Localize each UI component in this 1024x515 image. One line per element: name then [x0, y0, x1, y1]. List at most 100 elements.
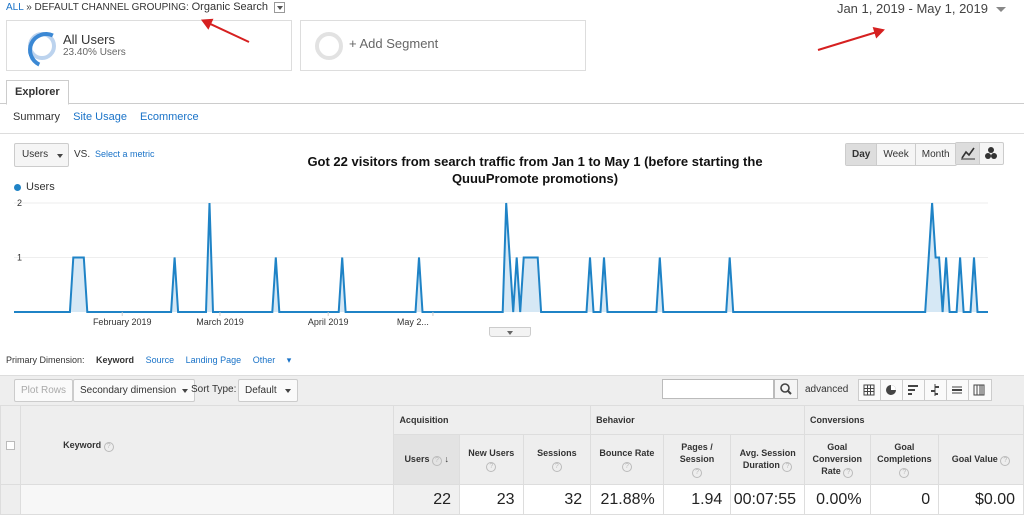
- y-tick-label: 2: [17, 198, 22, 208]
- dimension-landing-page[interactable]: Landing Page: [186, 355, 242, 365]
- date-range-text: Jan 1, 2019 - May 1, 2019: [836, 1, 988, 16]
- users-header-label: Users: [404, 454, 430, 464]
- total-pages-session: 1.94: [662, 484, 732, 515]
- pie-chart-icon[interactable]: [881, 380, 903, 400]
- primary-dimension-label: Primary Dimension:: [6, 355, 85, 365]
- segment-all-users[interactable]: All Users 23.40% Users: [6, 20, 292, 71]
- help-icon[interactable]: ?: [103, 441, 114, 452]
- secondary-dimension-label: Secondary dimension: [80, 385, 177, 396]
- pivot-icon[interactable]: [969, 380, 991, 400]
- x-tick-label: March 2019: [196, 317, 244, 327]
- select-metric-link[interactable]: Select a metric: [95, 149, 155, 159]
- secondary-dimension-select[interactable]: Secondary dimension: [73, 379, 196, 402]
- total-goal-conversion-rate: 0.00%: [803, 484, 871, 515]
- acquisition-group-header: Acquisition: [393, 405, 592, 435]
- search-icon[interactable]: [774, 379, 798, 399]
- help-icon[interactable]: ?: [1000, 456, 1011, 466]
- date-range-picker[interactable]: Jan 1, 2019 - May 1, 2019: [837, 1, 1006, 16]
- help-icon[interactable]: ?: [782, 462, 793, 472]
- goal-completions-header-label: Goal Completions: [877, 442, 932, 464]
- dimension-source[interactable]: Source: [146, 355, 175, 365]
- sort-arrow-down-icon[interactable]: ↓: [445, 454, 450, 464]
- granularity-toggle: Day Week Month: [845, 143, 957, 166]
- chevron-down-icon: [57, 154, 63, 158]
- line-chart-icon[interactable]: [956, 143, 980, 164]
- totals-label-cell: [20, 484, 395, 515]
- total-goal-completions: 0: [869, 484, 940, 515]
- donut-icon: [28, 32, 56, 60]
- sort-type-label: Sort Type:: [191, 384, 237, 395]
- motion-chart-icon[interactable]: [980, 143, 1003, 164]
- select-all-checkbox[interactable]: [6, 440, 15, 450]
- bounce-rate-column-header[interactable]: Bounce Rate?: [590, 434, 664, 485]
- granularity-month[interactable]: Month: [916, 144, 956, 165]
- pages-session-column-header[interactable]: Pages / Session?: [662, 434, 732, 485]
- breadcrumb-value: Organic Search: [191, 1, 269, 13]
- add-segment-label: + Add Segment: [349, 36, 439, 51]
- subtab-site-usage[interactable]: Site Usage: [73, 111, 127, 123]
- breadcrumb-all-link[interactable]: ALL: [6, 2, 23, 13]
- help-icon[interactable]: ?: [843, 468, 854, 478]
- users-column-header[interactable]: Users ? ↓: [393, 434, 460, 485]
- help-icon[interactable]: ?: [621, 462, 632, 472]
- subtab-ecommerce[interactable]: Ecommerce: [140, 111, 199, 123]
- total-sessions: 32: [522, 484, 592, 515]
- dimension-other[interactable]: Other ▾: [253, 355, 292, 365]
- users-chart: 1 2 February 2019 March 2019 April 2019 May 2…: [14, 198, 988, 327]
- total-users: 22: [393, 484, 460, 515]
- data-table-icon[interactable]: [859, 380, 881, 400]
- granularity-day[interactable]: Day: [846, 144, 878, 165]
- metric-select[interactable]: Users: [14, 143, 69, 167]
- segment-title: All Users: [63, 32, 116, 47]
- help-icon[interactable]: ?: [899, 468, 910, 478]
- bounce-rate-header-label: Bounce Rate: [599, 448, 655, 458]
- subtab-summary[interactable]: Summary: [13, 111, 60, 123]
- data-table: Keyword ? Acquisition Behavior Conversio…: [0, 405, 1024, 515]
- segment-subtitle: 23.40% Users: [63, 47, 126, 58]
- table-search-input[interactable]: [662, 379, 774, 399]
- goal-value-header-label: Goal Value: [951, 454, 998, 464]
- tab-explorer[interactable]: Explorer: [6, 80, 69, 105]
- chevron-down-icon: [284, 389, 291, 393]
- add-segment-button[interactable]: + Add Segment: [300, 20, 586, 71]
- sort-type-value: Default: [245, 385, 277, 396]
- goal-completions-column-header[interactable]: Goal Completions?: [869, 434, 940, 485]
- annotation-text: Got 22 visitors from search traffic from…: [307, 154, 763, 186]
- plot-rows-button[interactable]: Plot Rows: [14, 379, 74, 402]
- metric-select-label: Users: [22, 149, 49, 160]
- breadcrumb-dropdown-icon[interactable]: [273, 1, 285, 13]
- granularity-week[interactable]: Week: [877, 144, 916, 165]
- chevron-down-icon: [996, 7, 1006, 13]
- sessions-column-header[interactable]: Sessions?: [522, 434, 592, 485]
- sub-tabs: Summary Site Usage Ecommerce: [13, 111, 209, 123]
- table-view-toggle: [858, 379, 992, 401]
- total-new-users: 23: [459, 484, 524, 515]
- sessions-header-label: Sessions: [537, 448, 577, 458]
- annotation-arrow: [817, 29, 884, 51]
- advanced-filter-link[interactable]: advanced: [805, 384, 848, 395]
- keyword-column-header[interactable]: Keyword ?: [20, 405, 395, 485]
- term-cloud-icon[interactable]: [947, 380, 969, 400]
- avg-session-duration-column-header[interactable]: Avg. Session Duration ?: [730, 434, 805, 485]
- new-users-header-label: New Users: [468, 448, 515, 458]
- sort-type-select[interactable]: Default: [238, 379, 298, 402]
- pages-session-header-label: Pages / Session: [679, 442, 715, 464]
- totals-checkbox-cell: [0, 484, 22, 515]
- comparison-icon[interactable]: [925, 380, 947, 400]
- chevron-down-icon: [182, 389, 189, 393]
- help-icon[interactable]: ?: [431, 456, 442, 466]
- goal-conversion-rate-column-header[interactable]: Goal Conversion Rate ?: [803, 434, 871, 485]
- select-all-checkbox-cell: [0, 405, 22, 485]
- dimension-keyword[interactable]: Keyword: [96, 355, 134, 365]
- table-toolbar: Plot Rows Secondary dimension Sort Type:…: [0, 375, 1024, 405]
- breadcrumb: ALL » DEFAULT CHANNEL GROUPING: Organic …: [6, 1, 285, 13]
- tab-bar: Explorer: [0, 80, 1024, 105]
- performance-icon[interactable]: [903, 380, 925, 400]
- help-icon[interactable]: ?: [692, 468, 703, 478]
- new-users-column-header[interactable]: New Users?: [459, 434, 524, 485]
- help-icon[interactable]: ?: [551, 462, 562, 472]
- total-goal-value: $0.00: [938, 484, 1024, 515]
- help-icon[interactable]: ?: [486, 462, 497, 472]
- goal-value-column-header[interactable]: Goal Value ?: [938, 434, 1024, 485]
- chart-collapse-handle[interactable]: [489, 327, 531, 337]
